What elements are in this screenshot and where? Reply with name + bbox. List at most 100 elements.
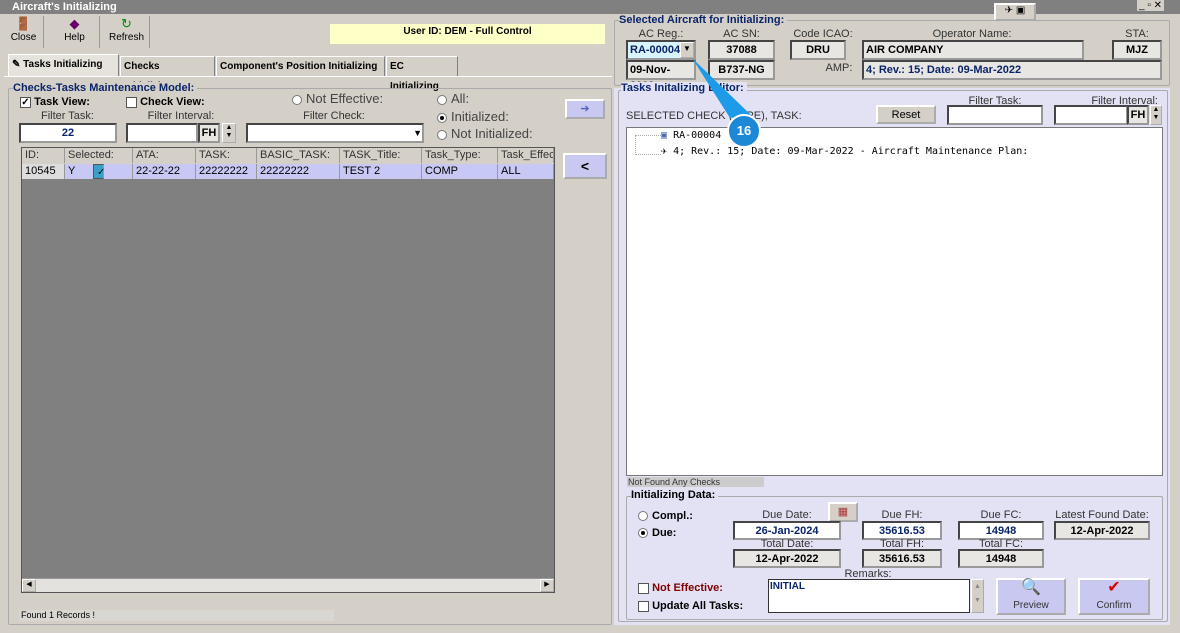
magnifier-person-icon: 🔍 [1021, 579, 1041, 596]
remarks-scrollbar[interactable]: ▲ ▼ [971, 579, 984, 613]
help-button[interactable]: ◆ Help [50, 16, 100, 48]
radio-label: Compl.: [652, 510, 693, 522]
confirm-button[interactable]: ✔ Confirm [1078, 578, 1150, 615]
window-controls[interactable]: _ ▫ ✕ [1137, 0, 1165, 11]
move-right-button[interactable]: ➔ [565, 99, 605, 119]
all-radio[interactable]: All: [437, 91, 469, 106]
selected-checkbox[interactable]: ✓ [90, 164, 133, 179]
cell-selected: Y [68, 165, 76, 177]
editor-filter-task-input[interactable] [947, 105, 1043, 125]
cell-task: 22222222 [196, 164, 257, 179]
init-legend: Initializing Data: [631, 489, 719, 501]
tab-tasks-initializing[interactable]: ✎ Tasks Initializing [8, 54, 119, 76]
refresh-button[interactable]: ↻ Refresh [104, 16, 150, 48]
ac-reg-label: AC Reg.: [638, 28, 684, 40]
ac-sn-label: AC SN: [723, 28, 760, 40]
help-label: Help [64, 32, 85, 43]
cell-type: COMP [422, 164, 498, 179]
editor-filter-interval-input[interactable] [1054, 105, 1128, 125]
records-status: Found 1 Records ! [19, 610, 334, 621]
window-title: Aircraft's Initializing [12, 1, 117, 13]
tree-node-amp[interactable]: ✈ 4; Rev.: 15; Date: 09-Mar-2022 - Aircr… [661, 146, 1028, 157]
amp-label: AMP: [825, 62, 853, 74]
due-radio[interactable]: Due: [638, 527, 676, 539]
radio-label: Not Initialized: [451, 126, 533, 141]
icao-label: Code ICAO: [793, 28, 853, 40]
arrow-right-icon: ➔ [580, 103, 590, 115]
close-label: Close [10, 32, 37, 43]
cell-basic-task: 22222222 [257, 164, 340, 179]
latest-date-value: 12-Apr-2022 [1054, 521, 1150, 540]
tasks-table: ID: Selected: ATA: TASK: BASIC_TASK: TAS… [21, 147, 555, 593]
task-view-checkbox[interactable]: ✓ Task View: [20, 96, 90, 108]
operator-label: Operator Name: [932, 28, 1012, 40]
not-effective-radio[interactable]: Not Effective: [292, 91, 383, 106]
check-view-label: Check View: [140, 96, 205, 108]
model-legend: Checks-Tasks Maintenance Model: [13, 82, 198, 94]
remarks-textarea[interactable]: INITIAL [768, 579, 970, 613]
node-label: 4; Rev.: 15; Date: 09-Mar-2022 - Aircraf… [673, 146, 1029, 157]
tasks-tree[interactable]: ▣ RA-00004 ✈ 4; Rev.: 15; Date: 09-Mar-2… [626, 127, 1163, 476]
tab-checks-initializing[interactable]: Checks Initializing [120, 56, 215, 92]
latest-date-label: Latest Found Date: [1055, 509, 1149, 521]
col-task-effect[interactable]: Task_Effec [498, 148, 554, 163]
preview-label: Preview [1013, 600, 1049, 611]
checkmark-clipboard-icon: ✔ [1107, 579, 1121, 596]
interval-unit: FH [198, 123, 220, 143]
filter-task-label: Filter Task: [41, 110, 94, 122]
ac-reg-value: RA-00004 [630, 44, 681, 56]
col-task[interactable]: TASK: [196, 148, 257, 163]
due-fh-label: Due FH: [881, 509, 923, 521]
preview-button[interactable]: 🔍 Preview [996, 578, 1066, 615]
confirm-label: Confirm [1096, 600, 1132, 611]
filter-interval-input[interactable] [126, 123, 198, 143]
due-fc-label: Due FC: [980, 509, 1022, 521]
update-all-checkbox[interactable]: Update All Tasks: [638, 600, 743, 612]
cell-id: 10545 [22, 164, 65, 179]
user-banner: User ID: DEM - Full Control [330, 24, 605, 44]
reset-button[interactable]: Reset [876, 105, 936, 124]
col-task-title[interactable]: TASK_Title: [340, 148, 422, 163]
tab-label: Tasks Initializing [23, 59, 103, 70]
radio-label: Due: [652, 527, 677, 539]
tab-ec-initializing[interactable]: EC Initializing [386, 56, 458, 92]
filter-check-select[interactable]: ▼ [246, 123, 424, 143]
cell-title: TEST 2 [340, 164, 422, 179]
checkbox-label: Not Effective: [652, 582, 723, 594]
tab-components-position[interactable]: Component's Position Initializing [216, 56, 385, 76]
table-row[interactable]: 10545 Y ✓ 22-22-22 22222222 22222222 TES… [22, 164, 554, 179]
horizontal-scrollbar[interactable]: ◀ ▶ [22, 578, 554, 592]
radio-label: All: [451, 91, 470, 106]
checks-status: Not Found Any Checks [627, 477, 764, 487]
initialized-radio[interactable]: Initialized: [437, 109, 509, 124]
cell-ata: 22-22-22 [133, 164, 196, 179]
aircraft-toolbar-icons[interactable]: ✈ ▣ [994, 3, 1036, 21]
check-view-checkbox[interactable]: Check View: [126, 96, 205, 108]
move-left-button[interactable]: < [563, 153, 607, 179]
filter-task-input[interactable]: 22 [19, 123, 117, 143]
radio-label: Initialized: [451, 109, 509, 124]
aircraft-node-icon: ▣ [661, 130, 668, 141]
total-fh-value: 35616.53 [862, 549, 942, 568]
step-callout-badge: 16 [727, 114, 761, 148]
editor-interval-unit: FH [1127, 105, 1149, 125]
calendar-button[interactable]: ▦ [828, 502, 858, 522]
col-basic-task[interactable]: BASIC_TASK: [257, 148, 340, 163]
interval-spinner[interactable]: ▲ ▼ [222, 123, 236, 143]
close-button[interactable]: 🚪 Close [4, 16, 44, 48]
scroll-right-icon[interactable]: ▶ [540, 579, 554, 592]
radio-label: Not Effective: [306, 91, 384, 106]
editor-interval-spinner[interactable]: ▲ ▼ [1150, 105, 1162, 125]
col-task-type[interactable]: Task_Type: [422, 148, 498, 163]
col-id[interactable]: ID: [22, 148, 65, 163]
scroll-left-icon[interactable]: ◀ [22, 579, 36, 592]
not-initialized-radio[interactable]: Not Initialized: [437, 126, 533, 141]
col-selected[interactable]: Selected: [65, 148, 133, 163]
operator-value: AIR COMPANY [862, 40, 1084, 60]
help-book-icon: ◆ [69, 16, 80, 31]
compl-radio[interactable]: Compl.: [638, 510, 693, 522]
calendar-icon: ▦ [837, 506, 849, 518]
col-ata[interactable]: ATA: [133, 148, 196, 163]
not-effective-checkbox[interactable]: Not Effective: [638, 582, 723, 594]
due-date-label: Due Date: [762, 509, 812, 521]
